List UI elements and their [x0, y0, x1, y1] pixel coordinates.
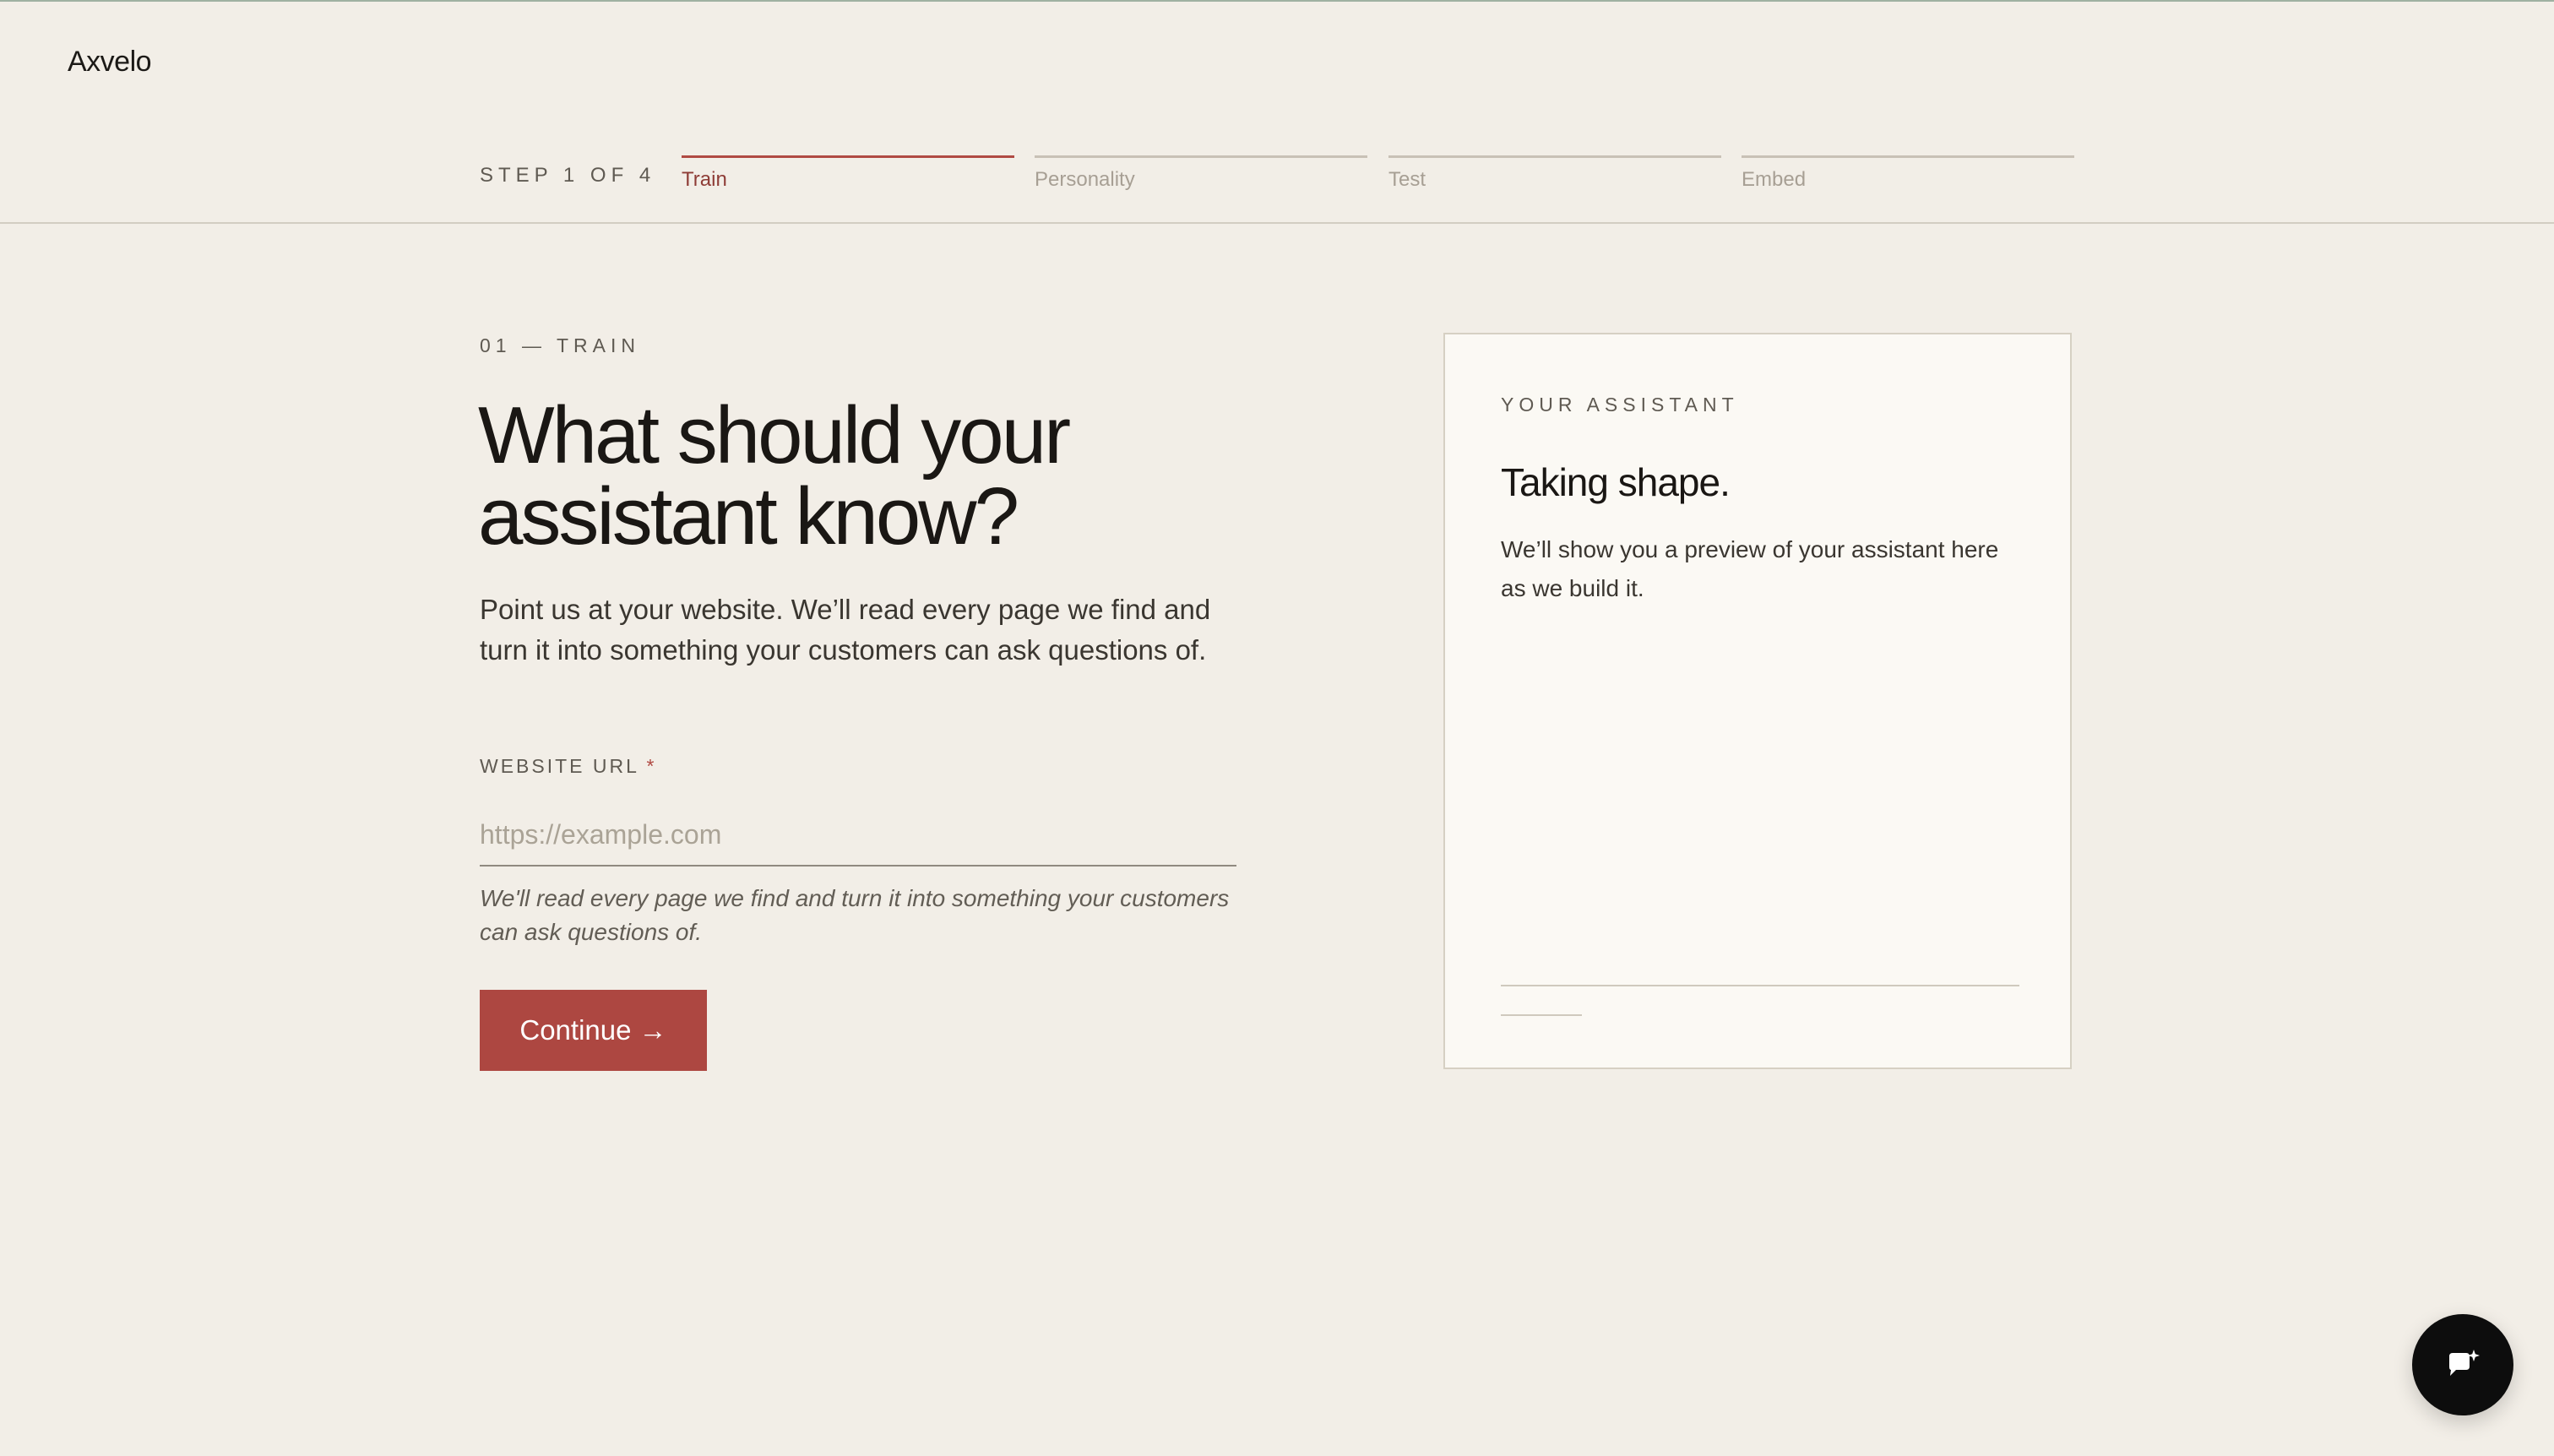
placeholder-line-short: [1501, 1014, 1582, 1016]
card-eyebrow: YOUR ASSISTANT: [1501, 394, 1739, 416]
header-divider: [0, 222, 2554, 224]
progress-bar-test: [1388, 155, 1721, 158]
page-title: What should your assistant know?: [478, 390, 1071, 562]
top-accent-rule: [0, 0, 2554, 2]
progress-step-label: Test: [1388, 168, 1426, 191]
field-label-text: WEBSITE URL: [480, 755, 639, 777]
chat-launcher-button[interactable]: [2412, 1314, 2513, 1415]
card-title: Taking shape.: [1501, 460, 1731, 504]
progress-step-train: Train: [682, 155, 1014, 206]
progress-step-label: Embed: [1742, 168, 1807, 191]
website-url-input[interactable]: [480, 804, 1236, 867]
website-url-label: WEBSITE URL *: [480, 755, 656, 778]
progress-step-personality: Personality: [1035, 155, 1367, 206]
placeholder-line: [1501, 985, 2019, 986]
section-eyebrow: 01 — TRAIN: [480, 334, 640, 356]
card-description: We’ll show you a preview of your assista…: [1501, 536, 1999, 601]
progress-step-test: Test: [1388, 155, 1721, 206]
progress-step-label: Personality: [1035, 168, 1135, 191]
progress-bar-train: [682, 155, 1014, 158]
step-counter: STEP 1 OF 4: [480, 164, 656, 187]
progress-bar-embed: [1742, 155, 2074, 158]
progress-bar-personality: [1035, 155, 1367, 158]
progress-step-label: Train: [682, 168, 727, 191]
intro-text: Point us at your website. We’ll read eve…: [480, 594, 1211, 666]
required-indicator: *: [646, 755, 657, 777]
assistant-preview-card: YOUR ASSISTANT Taking shape. We’ll show …: [1443, 333, 2072, 1069]
chat-sparkle-icon: [2412, 1345, 2513, 1385]
field-helper-text: We'll read every page we find and turn i…: [480, 885, 1230, 945]
continue-button[interactable]: Continue →: [480, 990, 707, 1071]
progress-step-embed: Embed: [1742, 155, 2074, 206]
brand-logo[interactable]: Axvelo: [68, 46, 152, 79]
